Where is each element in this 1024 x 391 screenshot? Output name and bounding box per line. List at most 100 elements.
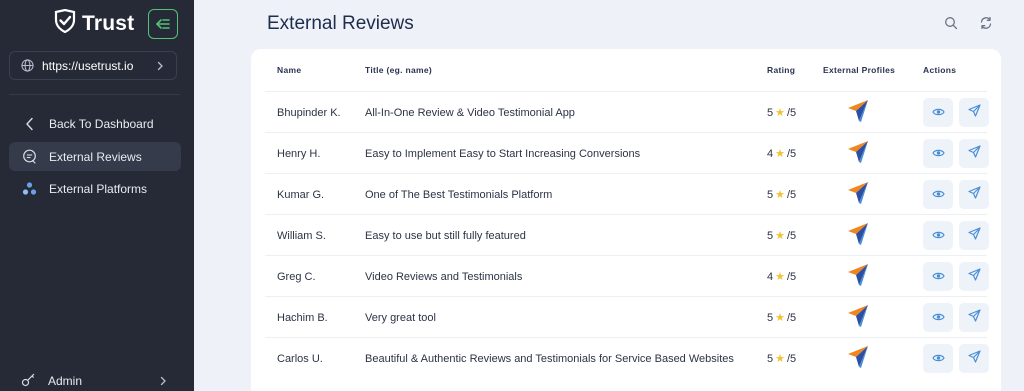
platform-logo-icon xyxy=(847,263,869,290)
platform-logo-icon xyxy=(847,99,869,126)
nav-back-to-dashboard[interactable]: Back To Dashboard xyxy=(9,109,181,138)
reviews-icon xyxy=(21,149,37,165)
review-title: One of The Best Testimonials Platform xyxy=(365,188,553,201)
view-review-button[interactable] xyxy=(923,262,953,291)
send-icon xyxy=(967,267,981,286)
rating-suffix: /5 xyxy=(787,106,797,119)
site-url: https://usetrust.io xyxy=(42,58,134,73)
star-icon: ★ xyxy=(775,230,785,242)
table-row[interactable]: Greg C. Video Reviews and Testimonials 4 ★ /… xyxy=(265,255,989,297)
page-title: External Reviews xyxy=(267,13,414,34)
rating-value: 5 xyxy=(767,352,774,365)
table-row[interactable]: William S. Easy to use but still fully fe… xyxy=(265,214,989,256)
review-title: Beautiful & Authentic Reviews and Testim… xyxy=(365,352,734,365)
view-review-button[interactable] xyxy=(923,180,953,209)
rating-cell: 5 ★/5 xyxy=(767,338,796,379)
review-title: Video Reviews and Testimonials xyxy=(365,270,523,283)
platform-logo-icon xyxy=(847,222,869,249)
collapse-sidebar-button[interactable] xyxy=(148,9,178,39)
refresh-icon[interactable] xyxy=(979,16,993,30)
key-icon xyxy=(21,372,36,390)
reviewer-name: Greg C. xyxy=(277,270,316,283)
star-icon: ★ xyxy=(775,189,785,201)
column-header-title[interactable]: Title (eg. name) xyxy=(365,65,432,75)
send-review-button[interactable] xyxy=(959,180,989,209)
send-review-button[interactable] xyxy=(959,98,989,127)
reviewer-name: Hachim B. xyxy=(277,311,328,324)
nav-external-reviews[interactable]: External Reviews xyxy=(9,142,181,171)
nav-external-platforms[interactable]: External Platforms xyxy=(9,174,181,203)
view-review-button[interactable] xyxy=(923,344,953,373)
send-icon xyxy=(967,144,981,163)
rating-suffix: /5 xyxy=(787,229,797,242)
rating-cell: 5 ★/5 xyxy=(767,297,796,338)
send-icon xyxy=(967,226,981,245)
admin-label: Admin xyxy=(48,373,83,388)
rating-cell: 5 ★/5 xyxy=(767,92,796,133)
send-review-button[interactable] xyxy=(959,139,989,168)
eye-icon xyxy=(931,350,945,368)
send-icon xyxy=(967,308,981,327)
send-review-button[interactable] xyxy=(959,303,989,332)
nav-label: External Platforms xyxy=(49,181,148,196)
rating-suffix: /5 xyxy=(787,352,797,365)
platform-logo-icon xyxy=(847,345,869,372)
eye-icon xyxy=(931,145,945,163)
external-profile-link[interactable] xyxy=(847,133,869,174)
rating-cell: 4 ★/5 xyxy=(767,133,796,174)
brand-logo[interactable]: Trust xyxy=(54,8,134,38)
view-review-button[interactable] xyxy=(923,98,953,127)
admin-menu[interactable]: Admin xyxy=(9,366,181,391)
send-review-button[interactable] xyxy=(959,344,989,373)
table-row[interactable]: Hachim B. Very great tool 5 ★/5 xyxy=(265,296,989,338)
site-selector[interactable]: https://usetrust.io xyxy=(9,51,177,80)
view-review-button[interactable] xyxy=(923,139,953,168)
review-title: All-In-One Review & Video Testimonial Ap… xyxy=(365,106,575,119)
column-header-rating[interactable]: Rating xyxy=(767,65,795,75)
eye-icon xyxy=(931,268,945,286)
table-row[interactable]: Bhupinder K. All-In-One Review & Video Te… xyxy=(265,91,989,133)
reviewer-name: Kumar G. xyxy=(277,188,325,201)
rating-cell: 5 ★/5 xyxy=(767,174,796,215)
rating-value: 4 xyxy=(767,270,774,283)
platform-logo-icon xyxy=(847,140,869,167)
view-review-button[interactable] xyxy=(923,303,953,332)
view-review-button[interactable] xyxy=(923,221,953,250)
nav-label: External Reviews xyxy=(49,149,142,164)
search-icon[interactable] xyxy=(944,16,958,30)
column-header-name[interactable]: Name xyxy=(277,65,301,75)
star-icon: ★ xyxy=(775,312,785,324)
external-profile-link[interactable] xyxy=(847,338,869,379)
table-row[interactable]: Kumar G. One of The Best Testimonials Pla… xyxy=(265,173,989,215)
table-row[interactable]: Carlos U. Beautiful & Authentic Reviews a… xyxy=(265,337,989,379)
rating-suffix: /5 xyxy=(787,270,797,283)
external-profile-link[interactable] xyxy=(847,256,869,297)
main-content: External Reviews Name Title (eg. name) R… xyxy=(238,0,1024,391)
reviewer-name: Carlos U. xyxy=(277,352,323,365)
rating-value: 5 xyxy=(767,311,774,324)
sidebar: Trust https://usetrust.io Back To Dashbo… xyxy=(0,0,194,391)
column-header-external-profiles[interactable]: External Profiles xyxy=(823,65,895,75)
star-icon: ★ xyxy=(775,353,785,365)
globe-icon xyxy=(21,59,34,72)
reviews-table-card: Name Title (eg. name) Rating External Pr… xyxy=(251,49,1001,391)
rating-suffix: /5 xyxy=(787,311,797,324)
external-profile-link[interactable] xyxy=(847,215,869,256)
external-profile-link[interactable] xyxy=(847,174,869,215)
rating-suffix: /5 xyxy=(787,147,797,160)
external-profile-link[interactable] xyxy=(847,92,869,133)
external-profile-link[interactable] xyxy=(847,297,869,338)
eye-icon xyxy=(931,186,945,204)
rating-cell: 4 ★/5 xyxy=(767,256,796,297)
platform-logo-icon xyxy=(847,304,869,331)
send-review-button[interactable] xyxy=(959,262,989,291)
rating-value: 5 xyxy=(767,188,774,201)
table-row[interactable]: Henry H. Easy to Implement Easy to Start … xyxy=(265,132,989,174)
send-review-button[interactable] xyxy=(959,221,989,250)
reviewer-name: Henry H. xyxy=(277,147,321,160)
review-title: Easy to Implement Easy to Start Increasi… xyxy=(365,147,641,160)
chevron-right-icon xyxy=(160,376,166,385)
star-icon: ★ xyxy=(775,271,785,283)
eye-icon xyxy=(931,309,945,327)
divider xyxy=(9,94,180,95)
